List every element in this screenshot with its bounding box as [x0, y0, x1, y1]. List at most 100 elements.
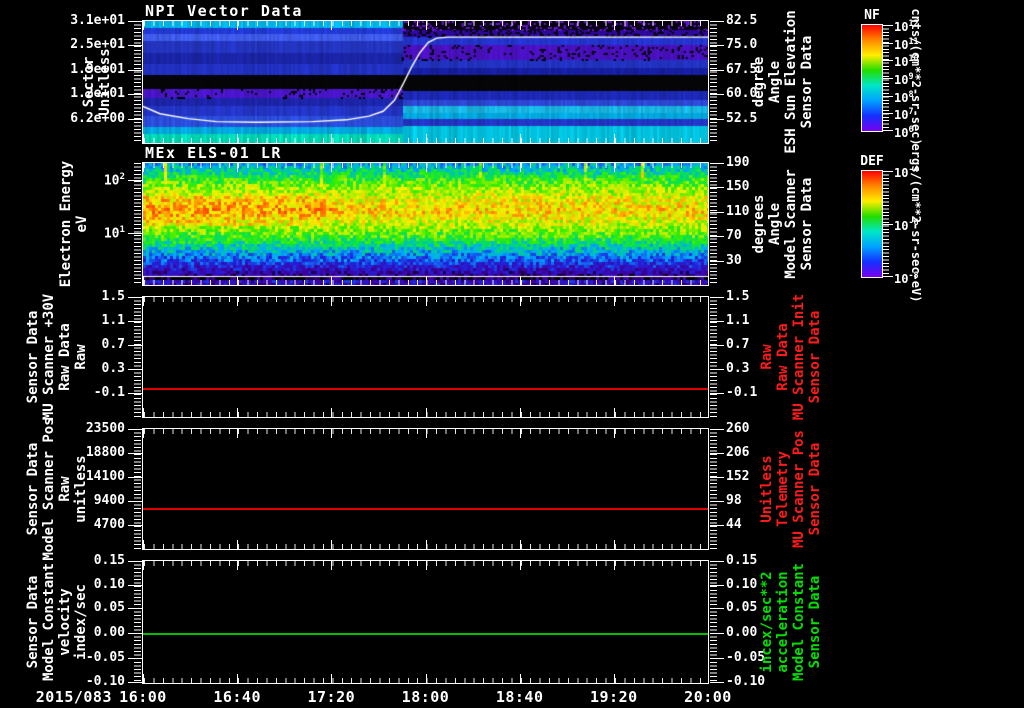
x-major-tick-top-4-2 — [331, 561, 332, 570]
y-major-tick-right-2-0 — [710, 297, 724, 298]
x-major-tick-bottom-0-5 — [614, 134, 615, 143]
y-minor-ticks-right-4 — [710, 561, 717, 683]
y-major-tick-left-4-0 — [128, 561, 142, 562]
x-major-tick-top-2-4 — [520, 297, 521, 306]
x-tick-label-6: 20:00 — [684, 688, 732, 706]
y-major-tick-left-0-2 — [128, 70, 142, 71]
y-major-tick-right-3-2 — [710, 477, 724, 478]
y-major-tick-left-2-3 — [128, 369, 142, 370]
x-major-tick-top-3-0 — [143, 429, 144, 438]
x-major-tick-top-2-2 — [331, 297, 332, 306]
x-major-tick-bottom-2-4 — [520, 408, 521, 417]
x-major-tick-bottom-4-2 — [331, 674, 332, 683]
x-tick-label-4: 18:40 — [495, 688, 544, 706]
y-major-tick-left-0-4 — [128, 119, 142, 120]
y-minor-ticks-left-2 — [134, 297, 141, 417]
y-minor-ticks-right-0 — [710, 21, 717, 143]
x-major-tick-bottom-4-5 — [614, 674, 615, 683]
x-major-tick-top-4-6 — [708, 561, 709, 570]
x-major-tick-bottom-4-4 — [520, 674, 521, 683]
x-major-tick-bottom-1-2 — [331, 276, 332, 285]
y-major-tick-left-3-4 — [128, 525, 142, 526]
y-axis-title-right-4: incex/sec**2 acceleration Model Constant Se… — [759, 563, 823, 682]
x-major-tick-bottom-1-4 — [520, 276, 521, 285]
x-axis-date-label: 2015/083 — [35, 688, 112, 706]
y-major-tick-right-0-2 — [710, 70, 724, 71]
x-major-tick-top-1-1 — [237, 163, 238, 172]
y-major-tick-left-4-3 — [128, 633, 142, 634]
y-major-tick-left-4-4 — [128, 658, 142, 659]
y-major-tick-left-2-4 — [128, 393, 142, 394]
y-major-tick-right-3-0 — [710, 429, 724, 430]
y-major-tick-left-0-1 — [128, 45, 142, 46]
x-major-tick-top-0-1 — [237, 21, 238, 30]
x-major-tick-top-4-4 — [520, 561, 521, 570]
y-major-tick-right-0-0 — [710, 21, 724, 22]
x-major-tick-top-1-6 — [708, 163, 709, 172]
x-major-tick-bottom-3-3 — [426, 540, 427, 549]
x-major-tick-top-0-3 — [426, 21, 427, 30]
y-major-tick-right-4-1 — [710, 585, 724, 586]
colorbar-major-tick-0-1 — [883, 43, 893, 44]
x-major-tick-bottom-3-1 — [237, 540, 238, 549]
x-major-tick-bottom-3-5 — [614, 540, 615, 549]
y-major-tick-right-1-0 — [710, 163, 724, 164]
y-minor-ticks-right-2 — [710, 297, 717, 417]
science-plot-figure: NPI Vector Data MEx ELS-01 LR 3.1e+01 2.5… — [0, 0, 1024, 708]
x-major-tick-bottom-2-0 — [143, 408, 144, 417]
x-major-tick-bottom-1-5 — [614, 276, 615, 285]
y-major-tick-left-2-2 — [128, 345, 142, 346]
x-major-tick-top-4-1 — [237, 561, 238, 570]
x-major-tick-top-4-0 — [143, 561, 144, 570]
x-major-tick-bottom-2-6 — [708, 408, 709, 417]
x-major-tick-bottom-1-0 — [143, 276, 144, 285]
y-major-tick-right-1-2 — [710, 212, 724, 213]
x-major-tick-top-1-0 — [143, 163, 144, 172]
x-tick-label-3: 18:00 — [401, 688, 450, 706]
x-major-tick-bottom-0-6 — [708, 134, 709, 143]
colorbar-major-tick-0-4 — [883, 96, 893, 97]
x-major-tick-top-4-3 — [426, 561, 427, 570]
panel-frame-4 — [142, 560, 709, 684]
x-major-tick-bottom-1-3 — [426, 276, 427, 285]
x-major-tick-top-3-1 — [237, 429, 238, 438]
colorbar-major-tick-1-0 — [883, 171, 893, 172]
x-major-tick-top-0-5 — [614, 21, 615, 30]
x-major-tick-top-1-2 — [331, 163, 332, 172]
y-major-tick-right-3-3 — [710, 501, 724, 502]
x-major-tick-bottom-1-6 — [708, 276, 709, 285]
x-major-tick-bottom-0-4 — [520, 134, 521, 143]
colorbar-major-tick-0-5 — [883, 113, 893, 114]
spectrogram-canvas-0 — [143, 21, 708, 143]
colorbar-major-tick-0-6 — [883, 130, 893, 131]
colorbar-major-tick-1-2 — [883, 276, 893, 277]
y-major-tick-left-2-0 — [128, 297, 142, 298]
y-minor-ticks-left-1 — [134, 163, 141, 285]
y-major-tick-left-4-5 — [128, 682, 142, 683]
x-major-tick-bottom-0-2 — [331, 134, 332, 143]
x-major-tick-bottom-3-6 — [708, 540, 709, 549]
x-tick-label-1: 16:40 — [213, 688, 261, 706]
y-major-tick-right-3-1 — [710, 453, 724, 454]
y-minor-ticks-right-3 — [710, 429, 717, 549]
x-major-tick-bottom-0-1 — [237, 134, 238, 143]
y-major-tick-left-1-0 — [128, 180, 142, 181]
y-minor-ticks-left-3 — [134, 429, 141, 549]
colorbar-major-tick-1-1 — [883, 224, 893, 225]
x-major-tick-top-3-3 — [426, 429, 427, 438]
x-tick-label-5: 19:20 — [590, 688, 638, 706]
y-major-tick-left-0-0 — [128, 21, 142, 22]
y-major-tick-right-1-4 — [710, 261, 724, 262]
y-major-tick-right-0-3 — [710, 94, 724, 95]
colorbar-major-tick-0-3 — [883, 78, 893, 79]
x-major-tick-top-3-5 — [614, 429, 615, 438]
y-major-tick-right-0-1 — [710, 45, 724, 46]
colorbar-major-tick-0-2 — [883, 60, 893, 61]
spectrogram-canvas-1 — [143, 163, 708, 285]
y-major-tick-left-3-2 — [128, 477, 142, 478]
x-major-tick-top-3-4 — [520, 429, 521, 438]
y-axis-title-left-4: Sensor Data Model Constant velocity index/s… — [25, 563, 89, 682]
x-major-tick-bottom-4-1 — [237, 674, 238, 683]
y-major-tick-left-0-3 — [128, 94, 142, 95]
x-major-tick-top-2-6 — [708, 297, 709, 306]
